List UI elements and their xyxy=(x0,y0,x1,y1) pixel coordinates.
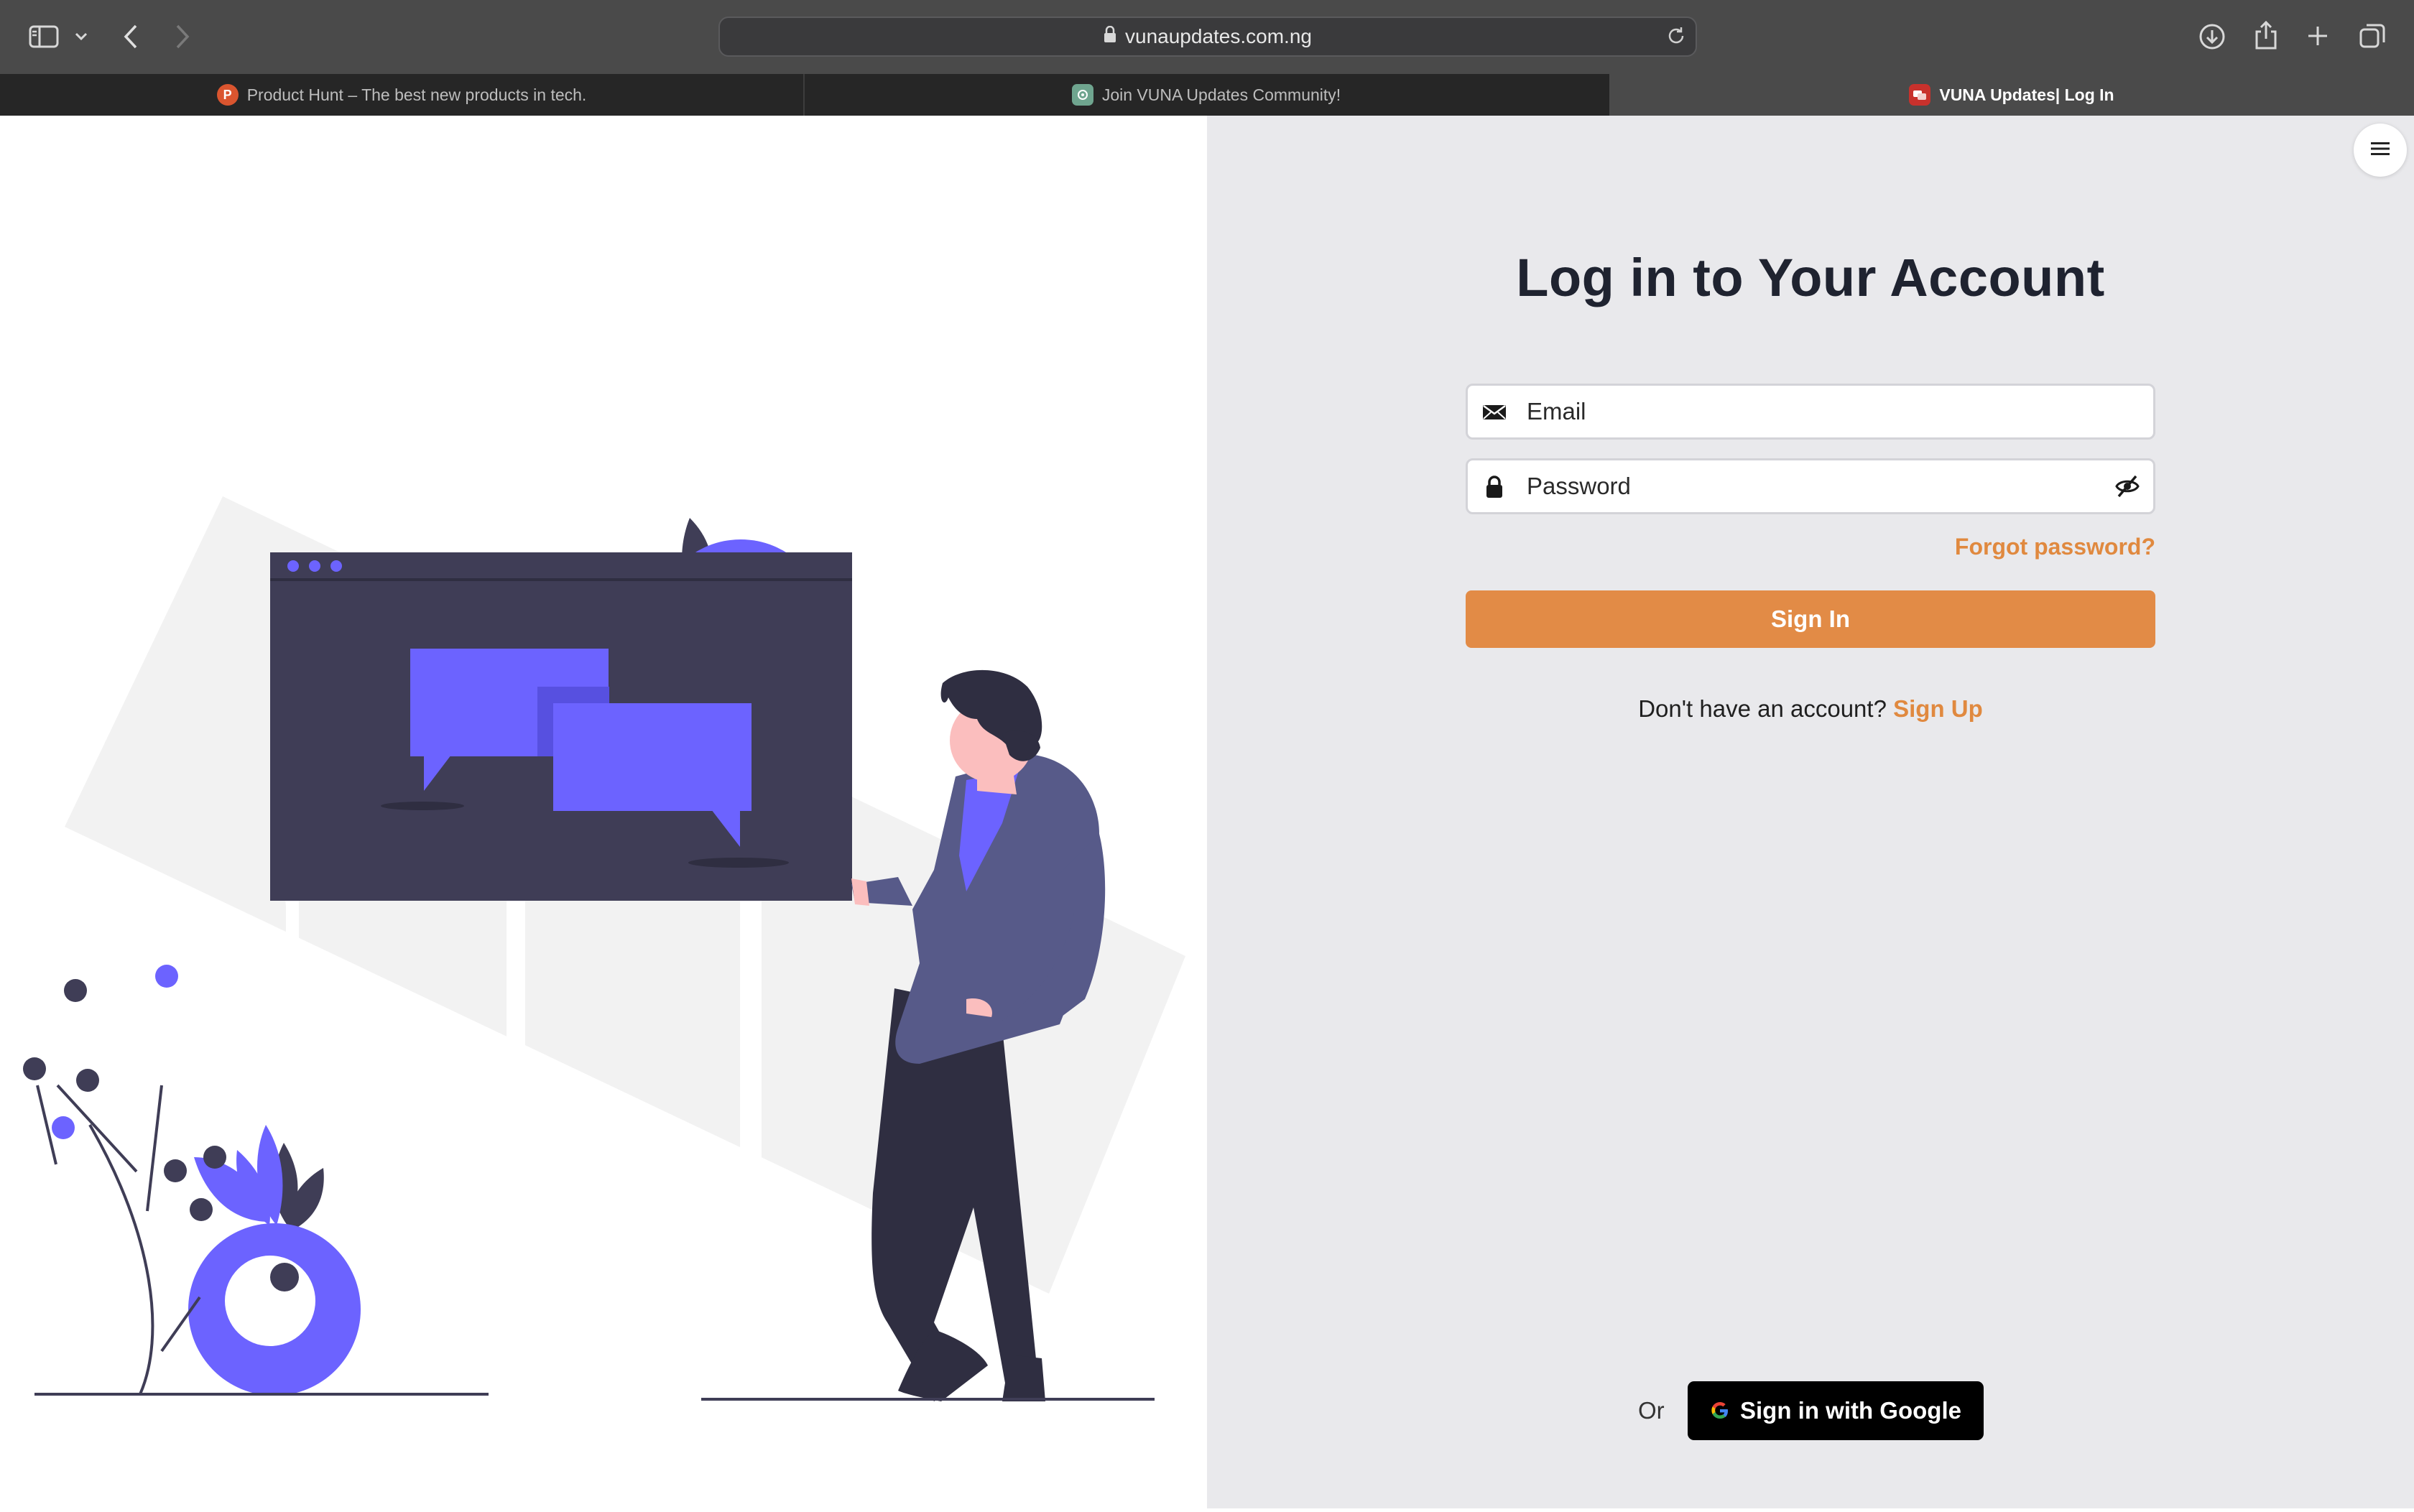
share-icon[interactable] xyxy=(2252,19,2280,52)
plant-berries xyxy=(23,965,226,1221)
email-field-wrapper xyxy=(1466,384,2155,440)
google-signin-row: Or Sign in with Google xyxy=(1207,1381,2414,1440)
sign-in-button[interactable]: Sign In xyxy=(1466,590,2155,648)
illustration-pane xyxy=(0,116,1207,1508)
signup-prompt: Don't have an account? Sign Up xyxy=(1207,695,2414,723)
menu-button[interactable] xyxy=(2354,124,2407,177)
no-account-text: Don't have an account? xyxy=(1638,695,1887,722)
tab-vuna-login[interactable]: VUNA Updates| Log In xyxy=(1609,74,2414,116)
chevron-down-icon[interactable] xyxy=(72,27,91,46)
email-input[interactable] xyxy=(1525,386,2086,437)
google-sign-in-button[interactable]: Sign in with Google xyxy=(1688,1381,1984,1440)
login-pane: Log in to Your Account Forgot password? … xyxy=(1207,116,2414,1508)
forgot-password-link[interactable]: Forgot password? xyxy=(1955,534,2155,560)
tab-label: Join VUNA Updates Community! xyxy=(1101,85,1341,104)
tab-label: VUNA Updates| Log In xyxy=(1939,85,2114,104)
password-field-wrapper xyxy=(1466,458,2155,514)
vuna-favicon-icon xyxy=(1909,84,1931,106)
tab-join-vuna[interactable]: Join VUNA Updates Community! xyxy=(805,74,1608,116)
lock-icon xyxy=(1482,475,1507,499)
reload-icon[interactable] xyxy=(1665,25,1687,50)
new-tab-icon[interactable] xyxy=(2305,23,2331,49)
chatgpt-favicon-icon xyxy=(1071,84,1093,106)
login-illustration xyxy=(23,496,1185,1401)
back-icon[interactable] xyxy=(118,22,144,52)
forward-icon[interactable] xyxy=(170,22,195,52)
download-icon[interactable] xyxy=(2197,22,2227,52)
sidebar-toggle-icon[interactable] xyxy=(27,24,60,50)
hamburger-icon xyxy=(2369,140,2391,161)
browser-toolbar: vunaupdates.com.ng xyxy=(0,0,2414,74)
google-icon xyxy=(1710,1401,1730,1421)
sign-up-link[interactable]: Sign Up xyxy=(1893,695,1983,722)
tab-label: Product Hunt – The best new products in … xyxy=(246,85,587,104)
tab-strip: P Product Hunt – The best new products i… xyxy=(0,74,2414,116)
product-hunt-favicon-icon: P xyxy=(216,84,239,106)
google-button-label: Sign in with Google xyxy=(1740,1397,1961,1424)
browser-window-art xyxy=(270,552,852,901)
page-title: Log in to Your Account xyxy=(1516,248,2105,307)
lock-icon xyxy=(1104,25,1116,48)
eye-slash-icon[interactable] xyxy=(2114,474,2140,502)
or-label: Or xyxy=(1638,1397,1665,1424)
envelope-icon xyxy=(1482,400,1507,425)
url-text: vunaupdates.com.ng xyxy=(1125,25,1312,47)
tab-product-hunt[interactable]: P Product Hunt – The best new products i… xyxy=(0,74,803,116)
tab-overview-icon[interactable] xyxy=(2358,22,2387,50)
address-bar[interactable]: vunaupdates.com.ng xyxy=(718,17,1697,57)
password-input[interactable] xyxy=(1525,460,2086,512)
